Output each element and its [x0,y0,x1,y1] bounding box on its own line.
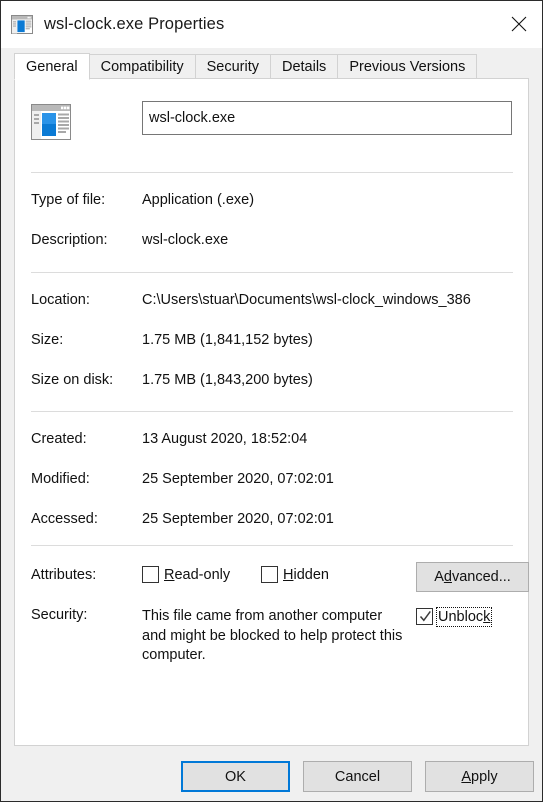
button-label: Cancel [334,768,381,785]
row-accessed: Accessed: 25 September 2020, 07:02:01 [31,511,521,531]
tab-compatibility[interactable]: Compatibility [88,54,196,79]
window-title: wsl-clock.exe Properties [44,15,225,33]
accel-key: k [483,608,491,625]
button-label: Advanced... [434,569,511,585]
row-type-of-file: Type of file: Application (.exe) [31,192,521,212]
row-modified: Modified: 25 September 2020, 07:02:01 [31,471,521,491]
tab-previous-versions[interactable]: Previous Versions [337,54,478,79]
row-value: wsl-clock.exe [142,232,229,248]
checkbox-hidden[interactable]: Hidden [261,566,329,583]
accel-key: H [283,566,294,583]
checkbox-box [416,608,433,625]
separator [31,545,513,546]
tab-label: Compatibility [100,59,184,75]
row-label: Description: [31,232,108,248]
row-size-on-disk: Size on disk: 1.75 MB (1,843,200 bytes) [31,372,521,392]
label-rest: vanced... [451,569,511,585]
row-value: 13 August 2020, 18:52:04 [142,431,308,447]
row-value: 1.75 MB (1,843,200 bytes) [142,372,313,388]
label-rest: pply [471,768,498,785]
checkbox-label: Read-only [164,567,230,583]
accel-key: R [164,566,175,583]
row-label: Size: [31,332,64,348]
tab-general[interactable]: General [14,53,90,80]
row-size: Size: 1.75 MB (1,841,152 bytes) [31,332,521,352]
row-value: C:\Users\stuar\Documents\wsl-clock_windo… [142,292,471,308]
file-name-section: wsl-clock.exe [15,101,528,151]
general-tab-panel: wsl-clock.exe Type of file: Application … [14,78,529,746]
checkbox-box [261,566,278,583]
checkbox-box [142,566,159,583]
label-rest: ead-only [174,566,231,583]
tab-label: Details [281,59,327,75]
row-value: Application (.exe) [142,192,255,208]
accel-key: A [461,768,472,785]
tab-label: Security [206,59,259,75]
security-message: This file came from another computer and… [142,608,403,663]
attributes-section: Attributes: Read-only Hidden Advanced... [31,562,529,592]
properties-dialog: wsl-clock.exe Properties General Compati… [0,0,543,802]
separator [31,172,513,173]
row-value: 1.75 MB (1,841,152 bytes) [142,332,313,348]
file-name-value: wsl-clock.exe [149,110,236,126]
button-label: OK [225,768,246,785]
ok-button[interactable]: OK [181,761,290,792]
tab-strip: General Compatibility Security Details P… [1,48,542,80]
row-value: 25 September 2020, 07:02:01 [142,471,334,487]
checkbox-read-only[interactable]: Read-only [142,566,230,583]
checkbox-unblock[interactable]: Unblock [416,606,493,627]
title-bar: wsl-clock.exe Properties [1,1,542,48]
label-pre: A [434,569,444,585]
cancel-button[interactable]: Cancel [303,761,412,792]
row-label: Modified: [31,471,90,487]
row-label: Location: [31,292,90,308]
separator [31,411,513,412]
row-label: Accessed: [31,511,98,527]
tab-label: Previous Versions [349,59,466,75]
tab-list: General Compatibility Security Details P… [14,53,478,80]
accel-key: d [443,569,452,585]
row-value: 25 September 2020, 07:02:01 [142,511,334,527]
dialog-footer: OK Cancel Apply [1,746,542,801]
close-icon[interactable] [496,1,542,47]
tab-security[interactable]: Security [194,54,271,79]
row-location: Location: C:\Users\stuar\Documents\wsl-c… [31,292,521,312]
checkbox-label: Hidden [283,567,329,583]
row-label: Size on disk: [31,372,114,388]
label-pre: Unbloc [438,608,484,625]
advanced-button[interactable]: Advanced... [416,562,529,592]
checkbox-label: Unblock [435,606,493,627]
separator [31,272,513,273]
tab-label: General [26,58,78,75]
tab-details[interactable]: Details [269,54,339,79]
apply-button[interactable]: Apply [425,761,534,792]
row-created: Created: 13 August 2020, 18:52:04 [31,431,521,451]
row-label: Created: [31,431,87,447]
row-label: Type of file: [31,192,106,208]
application-window-icon [11,15,33,34]
application-window-icon [31,104,71,140]
button-label: Apply [461,769,497,785]
attributes-label: Attributes: [31,567,97,583]
row-description: Description: wsl-clock.exe [31,232,521,252]
label-rest: idden [293,566,329,583]
security-label: Security: [31,607,88,623]
file-name-input[interactable]: wsl-clock.exe [142,101,512,135]
